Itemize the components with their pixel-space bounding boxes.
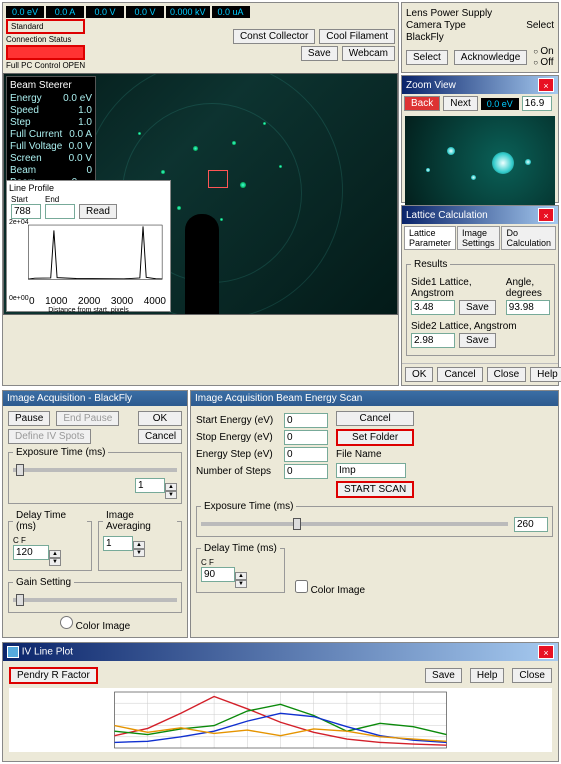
zoom-back-button[interactable]: Back <box>404 96 440 111</box>
tab-image-settings[interactable]: Image Settings <box>457 226 500 250</box>
pc-control-label: Full PC Control OPEN <box>6 61 85 70</box>
energy-step-input[interactable] <box>284 447 328 462</box>
readout-value: 0.0 V <box>126 6 164 18</box>
line-profile-chart <box>11 221 166 293</box>
zoom-energy-readout: 0.0 eV <box>481 98 519 110</box>
iv-chart <box>9 688 552 752</box>
cool-filament-button[interactable]: Cool Filament <box>319 29 395 44</box>
leed-image-viewport[interactable]: Beam Steerer Energy0.0 eVSpeed1.0Step1.0… <box>3 73 398 315</box>
close-icon[interactable]: × <box>538 78 554 92</box>
readout-bar: 0.0 eV0.0 A0.0 V0.0 V0.000 kV0.0 uA <box>6 6 395 18</box>
pendry-r-factor-button[interactable]: Pendry R Factor <box>9 667 98 684</box>
zoom-scale-input[interactable] <box>522 96 552 111</box>
stop-energy-input[interactable] <box>284 430 328 445</box>
image-acq-scan-window: Image Acquisition Beam Energy Scan Start… <box>190 390 559 638</box>
delay-input[interactable] <box>13 545 49 560</box>
line-profile-window: Line Profile Start End Read 2e+04 0e+00 … <box>6 180 171 312</box>
lp-read-button[interactable]: Read <box>79 204 117 219</box>
lp-end-input[interactable] <box>45 204 75 219</box>
acq-scan-title: Image Acquisition Beam Energy Scan <box>195 393 362 404</box>
averaging-input[interactable] <box>103 536 133 551</box>
side2-save-button[interactable]: Save <box>459 333 496 348</box>
zoom-next-button[interactable]: Next <box>443 96 478 111</box>
zoom-canvas[interactable] <box>405 116 555 206</box>
readout-value: 0.0 V <box>86 6 124 18</box>
exposure-slider[interactable] <box>13 468 177 472</box>
acq-cancel-button[interactable]: Cancel <box>138 429 182 444</box>
zoom-title: Zoom View <box>406 80 456 91</box>
const-collector-button[interactable]: Const Collector <box>233 29 315 44</box>
tab-lattice-parameter[interactable]: Lattice Parameter <box>404 226 456 250</box>
acq-ok-button[interactable]: OK <box>138 411 182 426</box>
readout-value: 0.0 A <box>46 6 84 18</box>
acq-bf-title: Image Acquisition - BlackFly <box>7 393 132 404</box>
webcam-button[interactable]: Webcam <box>342 46 395 61</box>
save-button[interactable]: Save <box>301 46 338 61</box>
lattice-title: Lattice Calculation <box>406 210 488 221</box>
close-icon[interactable]: × <box>538 208 554 222</box>
pause-button[interactable]: Pause <box>8 411 50 426</box>
iv-line-plot-window: IV Line Plot × Pendry R Factor Save Help… <box>2 642 559 762</box>
iv-close-button[interactable]: Close <box>512 668 552 683</box>
readout-value: 0.000 kV <box>166 6 210 18</box>
spin-down-icon[interactable]: ▼ <box>165 491 177 499</box>
lattice-help-button[interactable]: Help <box>530 367 561 382</box>
side1-save-button[interactable]: Save <box>459 300 496 315</box>
conn-status-label: Connection Status <box>6 35 85 44</box>
mode-value: Standard <box>6 19 85 34</box>
spin-up-icon[interactable]: ▲ <box>165 483 177 491</box>
beam-steerer-title: Beam Steerer <box>10 80 92 91</box>
selection-box[interactable] <box>208 170 228 188</box>
electron-gun-shadow <box>185 214 219 314</box>
acknowledge-button[interactable]: Acknowledge <box>454 50 527 65</box>
exposure-input[interactable] <box>135 478 165 493</box>
gain-slider[interactable] <box>13 598 177 602</box>
window-icon <box>7 646 19 658</box>
scan-cancel-button[interactable]: Cancel <box>336 411 414 426</box>
num-steps-input[interactable] <box>284 464 328 479</box>
angle-input[interactable] <box>506 300 550 315</box>
scan-color-image-checkbox[interactable] <box>295 580 308 593</box>
start-scan-button[interactable]: START SCAN <box>336 481 414 498</box>
lattice-cancel-button[interactable]: Cancel <box>437 367 482 382</box>
iv-title: IV Line Plot <box>22 647 73 658</box>
readout-value: 0.0 uA <box>212 6 250 18</box>
readout-value: 0.0 eV <box>6 6 44 18</box>
side1-input[interactable] <box>411 300 455 315</box>
iv-help-button[interactable]: Help <box>470 668 505 683</box>
scan-delay-input[interactable] <box>201 567 235 582</box>
set-folder-button[interactable]: Set Folder <box>336 429 414 446</box>
lp-start-input[interactable] <box>11 204 41 219</box>
line-profile-title: Line Profile <box>7 181 170 195</box>
blank-redbar <box>6 45 85 60</box>
file-name-input[interactable] <box>336 463 406 478</box>
define-iv-spots-button[interactable]: Define IV Spots <box>8 429 91 444</box>
lattice-close-button[interactable]: Close <box>487 367 527 382</box>
select-button[interactable]: Select <box>406 50 448 65</box>
image-acq-blackfly-window: Image Acquisition - BlackFly Pause End P… <box>2 390 188 638</box>
scan-exposure-input[interactable] <box>514 517 548 532</box>
scan-exposure-slider[interactable] <box>201 522 508 526</box>
start-energy-input[interactable] <box>284 413 328 428</box>
lattice-calc-window: Lattice Calculation × Lattice ParameterIm… <box>401 205 559 386</box>
close-icon[interactable]: × <box>538 645 554 659</box>
zoom-view-window: Zoom View × Back Next 0.0 eV <box>401 75 559 203</box>
end-pause-button[interactable]: End Pause <box>56 411 119 426</box>
tab-do-calculation[interactable]: Do Calculation <box>501 226 556 250</box>
color-image-radio[interactable] <box>60 616 73 629</box>
iv-save-button[interactable]: Save <box>425 668 462 683</box>
side2-input[interactable] <box>411 333 455 348</box>
camera-settings-panel: Lens Power SupplyCamera TypeSelectBlackF… <box>401 2 559 73</box>
lattice-ok-button[interactable]: OK <box>405 367 433 382</box>
